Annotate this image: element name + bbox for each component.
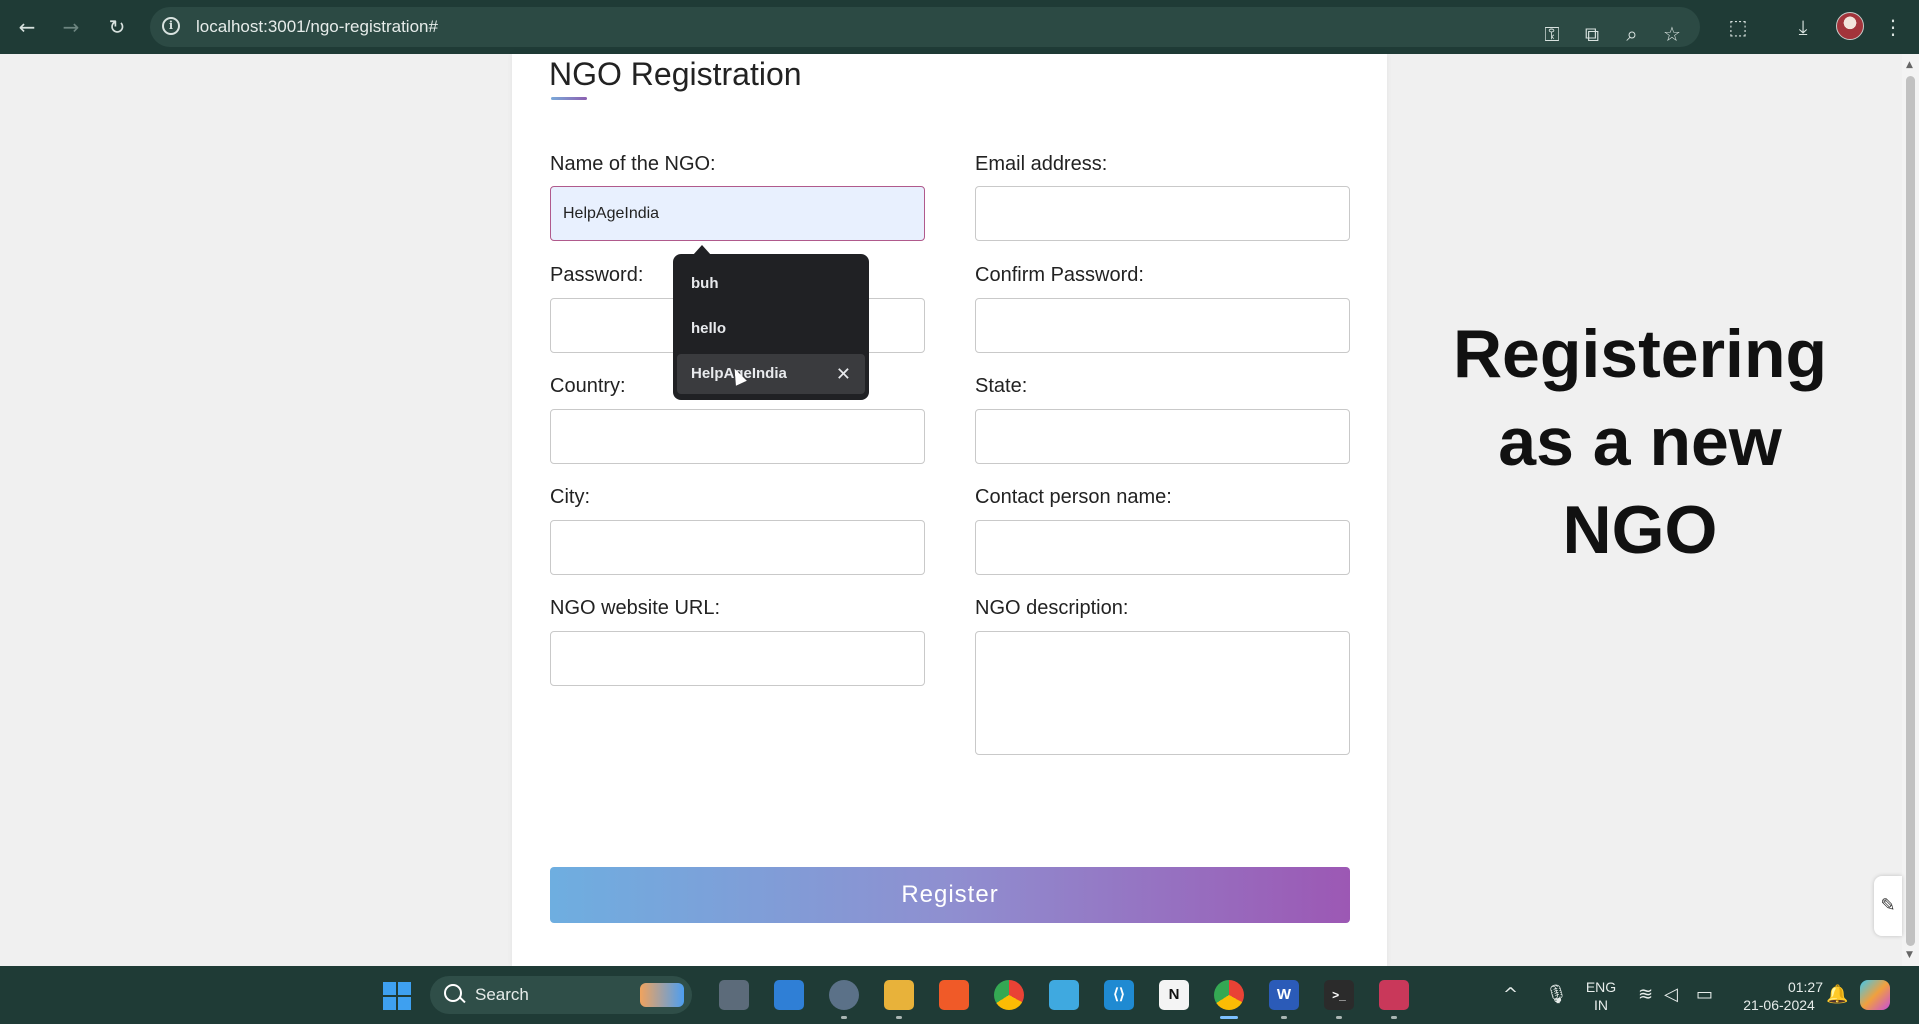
download-icon[interactable]: ⤓ (1788, 12, 1818, 42)
chrome-active-icon[interactable] (1214, 980, 1244, 1010)
side-heading: Registering as a new NGO (1420, 310, 1860, 574)
settings-icon[interactable] (829, 980, 859, 1010)
taskbar: Search ⟨⟩ N W >_ ^ 🎙 ENG IN ≋ ◁ ▭ 01:27 … (0, 966, 1919, 1024)
autofill-item[interactable]: HelpAgeIndia ✕ (677, 354, 865, 394)
city-label: City: (550, 486, 590, 508)
forward-button[interactable]: → (54, 10, 88, 44)
back-arrow-icon: ← (18, 15, 36, 39)
ngo-name-input[interactable] (550, 186, 925, 241)
scroll-down-icon[interactable]: ▼ (1906, 950, 1913, 960)
autofill-item[interactable]: buh (677, 264, 865, 304)
avatar[interactable] (1836, 12, 1864, 40)
cast-icon[interactable]: ⧉ (1577, 19, 1607, 49)
terminal-icon[interactable]: >_ (1324, 980, 1354, 1010)
page-title: NGO Registration (549, 56, 802, 92)
microphone-icon[interactable]: 🎙 (1545, 984, 1568, 1005)
website-label: NGO website URL: (550, 597, 721, 619)
clock[interactable]: 01:27 21-06-2024 (1735, 978, 1823, 1014)
ngo-name-label: Name of the NGO: (550, 153, 716, 175)
menu-icon[interactable]: ⋮ (1878, 12, 1908, 42)
copilot-icon[interactable] (1860, 980, 1890, 1010)
register-button[interactable]: Register (550, 867, 1350, 923)
running-indicator (841, 1016, 847, 1019)
password-label: Password: (550, 264, 644, 286)
notion-icon[interactable]: N (1159, 980, 1189, 1010)
contact-person-input[interactable] (975, 520, 1350, 575)
website-input[interactable] (550, 631, 925, 686)
back-button[interactable]: ← (10, 10, 44, 44)
store-icon[interactable] (774, 980, 804, 1010)
word-icon[interactable]: W (1269, 980, 1299, 1010)
brave-icon[interactable] (939, 980, 969, 1010)
description-label: NGO description: (975, 597, 1129, 619)
confirm-password-label: Confirm Password: (975, 264, 1144, 286)
notepad-icon[interactable] (1049, 980, 1079, 1010)
browser-toolbar: ← → ↻ i localhost:3001/ngo-registration#… (0, 0, 1919, 54)
scroll-thumb[interactable] (1906, 76, 1915, 946)
zoom-icon[interactable]: ⌕ (1617, 19, 1647, 49)
page-scrollbar[interactable]: ▲ ▼ (1902, 54, 1919, 966)
autofill-item-label: buh (691, 275, 719, 292)
site-info-icon[interactable]: i (162, 17, 180, 35)
running-indicator (1281, 1016, 1287, 1019)
extensions-icon[interactable]: ⬚ (1723, 12, 1753, 42)
region-code: IN (1594, 997, 1608, 1013)
country-label: Country: (550, 375, 626, 397)
language-indicator[interactable]: ENG IN (1581, 978, 1621, 1014)
running-indicator (1391, 1016, 1397, 1019)
clock-date: 21-06-2024 (1743, 997, 1815, 1013)
running-indicator (1336, 1016, 1342, 1019)
description-textarea[interactable] (975, 631, 1350, 755)
search-icon (444, 984, 462, 1002)
file-explorer-icon[interactable] (884, 980, 914, 1010)
address-bar[interactable]: i localhost:3001/ngo-registration# ⚿ ⧉ ⌕… (150, 7, 1700, 47)
forward-arrow-icon: → (62, 15, 80, 39)
volume-icon[interactable]: ◁ (1664, 984, 1678, 1005)
chevron-up-icon[interactable]: ^ (1503, 984, 1518, 1005)
url-text[interactable]: localhost:3001/ngo-registration# (196, 17, 438, 37)
notification-bell-icon[interactable]: 🔔 (1826, 984, 1848, 1005)
reload-button[interactable]: ↻ (100, 10, 134, 44)
wifi-icon[interactable]: ≋ (1638, 984, 1653, 1005)
state-label: State: (975, 375, 1028, 397)
city-input[interactable] (550, 520, 925, 575)
contact-person-label: Contact person name: (975, 486, 1172, 508)
language-code: ENG (1585, 979, 1617, 995)
close-icon[interactable]: ✕ (836, 354, 851, 394)
key-icon[interactable]: ⚿ (1537, 19, 1567, 49)
chrome-icon[interactable] (994, 980, 1024, 1010)
taskbar-search[interactable]: Search (430, 976, 692, 1014)
email-label: Email address: (975, 153, 1108, 175)
confirm-password-input[interactable] (975, 298, 1350, 353)
pen-icon: ✎ (1880, 895, 1896, 916)
reload-icon: ↻ (108, 15, 126, 39)
clock-time: 01:27 (1787, 979, 1823, 995)
windows-start-icon[interactable] (383, 982, 411, 1010)
vscode-icon[interactable]: ⟨⟩ (1104, 980, 1134, 1010)
autofill-dropdown: buh hello HelpAgeIndia ✕ (673, 254, 869, 400)
star-icon[interactable]: ☆ (1657, 19, 1687, 49)
country-input[interactable] (550, 409, 925, 464)
side-heading-line: NGO (1562, 492, 1718, 568)
side-panel-tab[interactable]: ✎ (1874, 876, 1902, 936)
email-input[interactable] (975, 186, 1350, 241)
state-input[interactable] (975, 409, 1350, 464)
search-highlight-icon (640, 983, 684, 1007)
active-indicator (1220, 1016, 1238, 1019)
autofill-item-label: hello (691, 320, 727, 337)
battery-icon[interactable]: ▭ (1696, 984, 1713, 1005)
title-underline (551, 97, 587, 100)
snipping-tool-icon[interactable] (1379, 980, 1409, 1010)
autofill-item[interactable]: hello (677, 309, 865, 349)
taskbar-search-label: Search (475, 985, 529, 1004)
side-heading-line: as a new (1498, 404, 1782, 480)
task-view-icon[interactable] (719, 980, 749, 1010)
side-heading-line: Registering (1452, 316, 1828, 392)
scroll-up-icon[interactable]: ▲ (1906, 60, 1913, 70)
running-indicator (896, 1016, 902, 1019)
